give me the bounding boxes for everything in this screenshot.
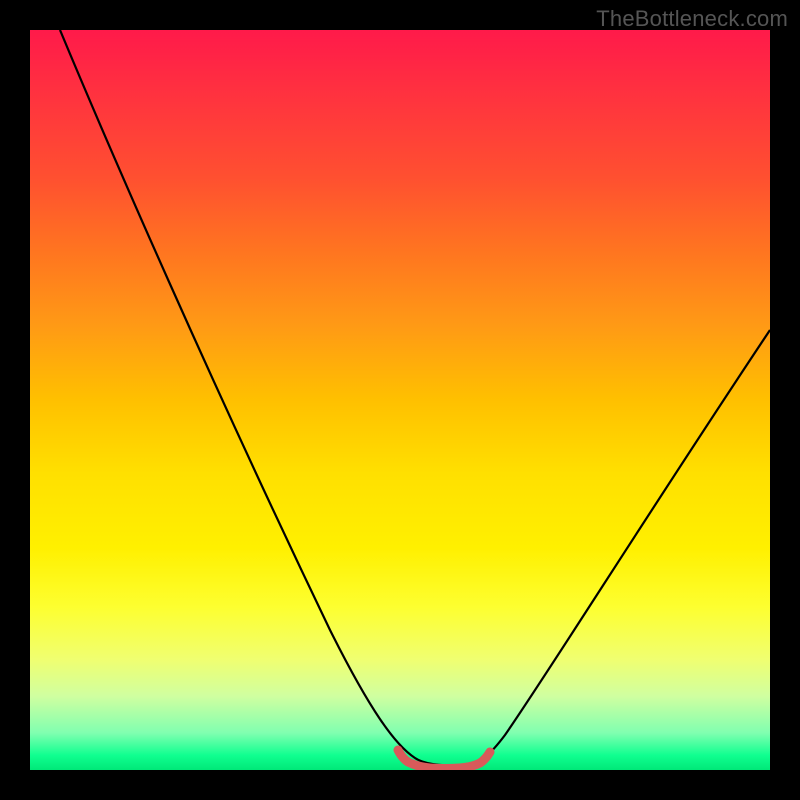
optimal-range-marker <box>398 750 490 769</box>
chart-curve-layer <box>30 30 770 770</box>
bottleneck-curve-line <box>60 30 770 766</box>
watermark-text: TheBottleneck.com <box>596 6 788 32</box>
